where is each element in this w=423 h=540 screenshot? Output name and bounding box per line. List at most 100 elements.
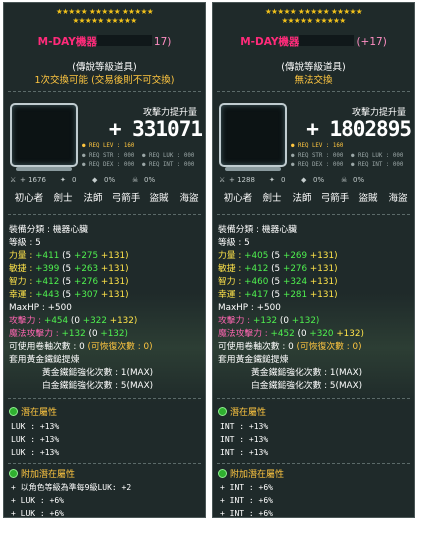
icons-d-text: 0% [144, 176, 156, 184]
stats-upgrades-text: 可使用卷軸次數 : 0 [218, 342, 297, 352]
req-dex: ● REQ DEX : 000 [82, 162, 135, 168]
boss-icon: ☠ [132, 176, 139, 184]
icons-a-text: + 1676 [20, 176, 46, 184]
stats-int-total-text: +460 [244, 277, 269, 287]
icons-c-text: 0% [104, 176, 116, 184]
potential-line-2: INT : +13% [220, 435, 269, 444]
bonus_title-text: 附加潛在屬性 [230, 470, 285, 480]
stat-maxhp: MaxHP : +500 [218, 303, 281, 313]
name_suffix-text: (+17) [356, 36, 387, 48]
potential-header: 潛在屬性 [9, 407, 57, 419]
stat-int: 智力 : +460 (5 +324 +131) [218, 277, 338, 288]
stats-luk-plus-text: +131) [100, 290, 129, 300]
stats-int-plus-text: +131) [309, 277, 338, 287]
stats-atk-base-text: (0 [70, 316, 80, 326]
stat-maxhp: MaxHP : +500 [9, 303, 72, 313]
stats-str-label-text: 力量 : [218, 251, 242, 261]
job-warrior: 劍士 [262, 193, 282, 204]
stats-int-total-text: +412 [35, 277, 60, 287]
attack-icon: ⚔ [219, 176, 226, 184]
stats-str-base-text: (5 [271, 251, 281, 261]
potential-line-1: INT : +13% [220, 422, 269, 431]
stats-matk-total-text: +452 [270, 329, 295, 339]
flame-icon: ✦ [269, 176, 275, 184]
stats-int-add-text: +276 [73, 277, 99, 287]
icons-c-text: 0% [313, 176, 325, 184]
divider [8, 398, 201, 399]
req-luk: ● REQ LUK : 000 [142, 153, 195, 159]
potential-icon [9, 407, 18, 416]
job-bowman: 弓箭手 [111, 193, 141, 204]
item-tooltip-left: ★★★★★ ★★★★★ ★★★★★ ★★★★★ ★★★★★ M-DAY機器 17)… [3, 2, 206, 518]
bonus-line-3: + INT : +6% [220, 509, 273, 518]
stats-matk-label-text: 魔法攻擊力 : [218, 329, 268, 339]
stats-str-plus-text: +131) [100, 251, 129, 261]
stats-recover-text: (可恢復次數 : 0) [87, 342, 153, 352]
stat-luk: 幸運 : +417 (5 +281 +131) [218, 290, 338, 301]
crit-icon: ◆ [92, 176, 98, 184]
golden-hammer-count: 黃金鐵鎚強化次數 : 1(MAX) [42, 368, 154, 378]
divider [8, 463, 201, 464]
potential-line-1: LUK : +13% [11, 422, 60, 431]
bonus-potential-header: 附加潛在屬性 [9, 469, 75, 481]
golden-hammer-count: 黃金鐵鎚強化次數 : 1(MAX) [251, 368, 363, 378]
stats-int-plus-text: +131) [100, 277, 129, 287]
potential-header: 潛在屬性 [218, 407, 266, 419]
item-icon-frame [10, 103, 78, 171]
stats-matk-add-text: +132) [100, 329, 128, 339]
trade-note: 無法交換 [294, 75, 333, 86]
stats-luk-total-text: +417 [244, 290, 269, 300]
stats-dex-total-text: +399 [35, 264, 60, 274]
potential-line-3: LUK : +13% [11, 448, 60, 457]
job-requirement-row: 初心者 劍士 法師 弓箭手 盜賊 海盜 [9, 191, 200, 207]
stats-dex-base-text: (5 [271, 264, 281, 274]
crit-icon: ◆ [301, 176, 307, 184]
stats-matk-base-text: (0 [297, 329, 307, 339]
potential_title-text: 潛在屬性 [21, 408, 58, 418]
divider [217, 91, 410, 92]
bonus_title-text: 附加潛在屬性 [21, 470, 76, 480]
stats-atk-label-text: 攻擊力 : [9, 316, 42, 326]
stats-atk-add-text: +132) [291, 316, 320, 326]
job-pirate: 海盜 [388, 193, 408, 204]
stats-str-plus-text: +131) [309, 251, 338, 261]
attack-increase-value: + 331071 [108, 117, 203, 141]
item-info-icons: ⚔ + 1288 ✦ 0 ◆ 0% ☠ 0% [219, 176, 408, 188]
potential-icon [218, 407, 227, 416]
stat-attack: 攻擊力 : +132 (0 +132) [218, 316, 319, 327]
divider [8, 214, 201, 215]
stats-str-label-text: 力量 : [9, 251, 33, 261]
star-force-stars: ★★★★★ ★★★★★ ★★★★★ ★★★★★ ★★★★★ [4, 7, 205, 25]
stats-int-add-text: +324 [282, 277, 308, 287]
attack-increase-value: + 1802895 [306, 117, 412, 141]
job-requirement-row: 初心者 劍士 法師 弓箭手 盜賊 海盜 [218, 191, 409, 207]
name-redaction [96, 35, 152, 46]
stars-text: ★★★★★ ★★★★★ ★★★★★ ★★★★★ ★★★★★ [264, 7, 363, 25]
bonus-line-2: + INT : +6% [220, 496, 273, 505]
stats-str-total-text: +405 [244, 251, 269, 261]
stats-luk-label-text: 幸運 : [9, 290, 33, 300]
divider [217, 463, 410, 464]
stats-dex-plus-text: +131) [309, 264, 338, 274]
job-bowman: 弓箭手 [320, 193, 350, 204]
potential_title-text: 潛在屬性 [230, 408, 267, 418]
stats-luk-label-text: 幸運 : [218, 290, 242, 300]
item-name: M-DAY機器 (+17) [213, 34, 414, 49]
stats-luk-plus-text: +131) [309, 290, 338, 300]
item-icon-frame [219, 103, 287, 171]
req-dex: ● REQ DEX : 000 [291, 162, 344, 168]
stats-dex-total-text: +412 [244, 264, 269, 274]
equip-type: 裝備分類 : 機器心臟 [218, 225, 297, 235]
stats-recover-text: (可恢復次數 : 0) [296, 342, 362, 352]
stats-atk-total-text: +132 [252, 316, 278, 326]
req-int: ● REQ INT : 000 [142, 162, 195, 168]
stat-str: 力量 : +405 (5 +269 +131) [218, 251, 338, 262]
stats-int-base-text: (5 [271, 277, 281, 287]
stats-matk-label-text: 魔法攻擊力 : [9, 329, 59, 339]
scroll-upgrades: 可使用卷軸次數 : 0 (可恢復次數 : 0) [218, 342, 362, 353]
bonus-line-3: + LUK : +6% [11, 509, 64, 518]
stats-str-base-text: (5 [62, 251, 72, 261]
divider [217, 214, 410, 215]
stat-magic-attack: 魔法攻擊力 : +132 (0 +132) [9, 329, 128, 340]
stats-matk-total-text: +132 [61, 329, 86, 339]
